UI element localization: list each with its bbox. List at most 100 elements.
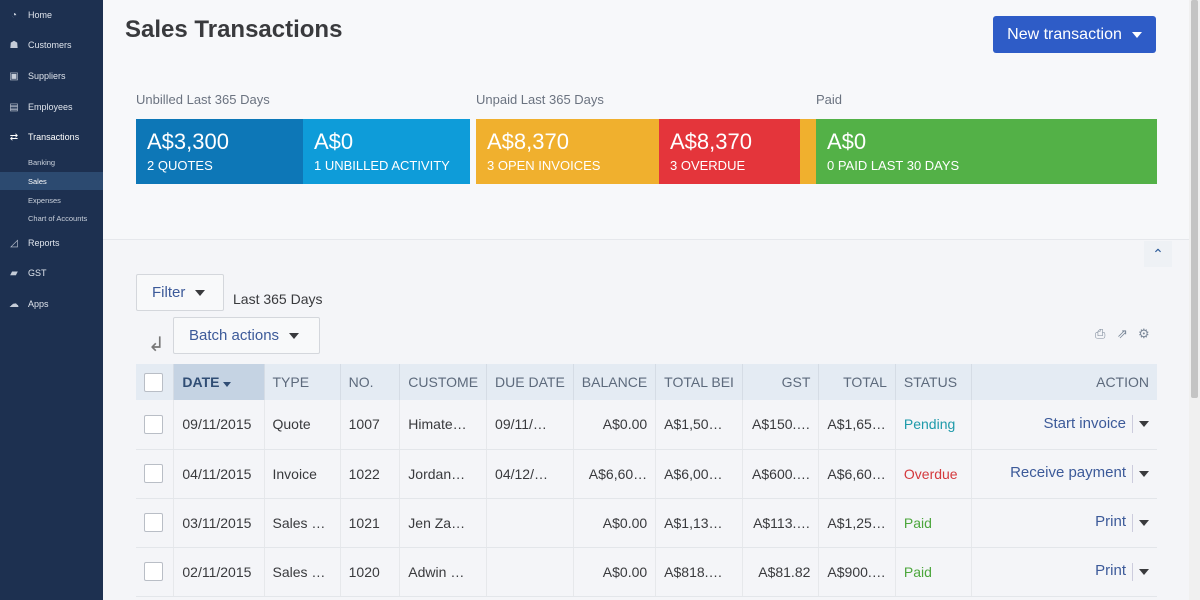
- row-action-link[interactable]: Receive payment: [1010, 464, 1126, 481]
- sidebar-item-reports[interactable]: ◿ Reports: [0, 232, 103, 254]
- action-menu-chevron-icon[interactable]: [1139, 568, 1149, 575]
- cell-customer: Himate…: [399, 400, 488, 450]
- column-header-total-before-gst[interactable]: TOTAL BEI: [655, 364, 743, 400]
- cell-balance: A$0.00: [573, 498, 657, 548]
- column-header-due-date[interactable]: DUE DATE: [486, 364, 574, 400]
- cell-no: 1007: [340, 400, 401, 450]
- sidebar-item-customers[interactable]: ☗ Customers: [0, 34, 103, 56]
- table-row[interactable]: 09/11/2015 Quote 1007 Himate… 09/11/… A$0.00 A…: [136, 400, 1157, 450]
- sidebar-item-transactions[interactable]: ⇄ Transactions: [0, 126, 103, 148]
- sidebar-subitem-sales[interactable]: Sales: [0, 172, 103, 190]
- chevron-down-icon: [1131, 31, 1142, 38]
- cell-status: Pending: [895, 400, 972, 450]
- row-select-cell: [136, 400, 175, 450]
- cell-type: Quote: [264, 400, 341, 450]
- new-transaction-button[interactable]: New transaction: [993, 16, 1156, 53]
- dashboard-icon: ◔: [10, 9, 18, 21]
- batch-arrow-icon: ↲: [148, 334, 165, 356]
- cell-gst: A$113.…: [742, 498, 820, 548]
- column-header-action: ACTION: [971, 364, 1157, 400]
- action-menu-chevron-icon[interactable]: [1139, 519, 1149, 526]
- group-label-paid: Paid: [816, 92, 843, 107]
- export-icon[interactable]: ⇗: [1117, 326, 1128, 342]
- column-header-total[interactable]: TOTAL: [818, 364, 896, 400]
- sidebar: ◔ Home ☗ Customers ▣ Suppliers ▤ Employees ⇄…: [0, 0, 103, 600]
- filter-button[interactable]: Filter: [136, 274, 224, 311]
- cell-total-before-gst: A$1,50…: [655, 400, 743, 450]
- row-checkbox[interactable]: [144, 513, 163, 532]
- action-separator: [1132, 464, 1133, 483]
- cell-total: A$6,60…: [818, 449, 896, 499]
- cell-due-date: [486, 547, 574, 597]
- cell-total: A$900.…: [818, 547, 896, 597]
- column-header-type[interactable]: TYPE: [264, 364, 341, 400]
- cell-gst: A$81.82: [742, 547, 820, 597]
- row-select-cell: [136, 498, 175, 548]
- cell-status: Paid: [895, 547, 972, 597]
- table-row[interactable]: 02/11/2015 Sales … 1020 Adwin … A$0.00 A$818.…: [136, 547, 1157, 597]
- cell-action: Receive payment: [971, 449, 1157, 499]
- cell-due-date: 04/12/…: [486, 449, 574, 499]
- sidebar-item-apps[interactable]: ☁ Apps: [0, 293, 103, 315]
- column-header-status[interactable]: STATUS: [895, 364, 972, 400]
- sidebar-item-suppliers[interactable]: ▣ Suppliers: [0, 65, 103, 87]
- card-overdue[interactable]: A$8,370 3 OVERDUE: [659, 119, 800, 184]
- row-action-link[interactable]: Print: [1095, 513, 1126, 530]
- action-menu-chevron-icon[interactable]: [1139, 421, 1149, 428]
- row-action-link[interactable]: Start invoice: [1043, 415, 1126, 432]
- action-separator: [1132, 513, 1133, 532]
- cell-customer: Jordan…: [399, 449, 488, 499]
- reports-icon: ◿: [10, 237, 18, 249]
- cell-action: Print: [971, 498, 1157, 548]
- cell-due-date: 09/11/…: [486, 400, 574, 450]
- cell-type: Sales …: [264, 498, 341, 548]
- sidebar-subitem-banking[interactable]: Banking: [0, 153, 103, 171]
- cell-date: 04/11/2015: [173, 449, 265, 499]
- cell-action: Start invoice: [971, 400, 1157, 450]
- batch-actions-button[interactable]: Batch actions: [173, 317, 320, 354]
- print-icon[interactable]: ⎙: [1095, 326, 1105, 342]
- row-checkbox[interactable]: [144, 464, 163, 483]
- transactions-table: DATE TYPE NO. CUSTOME DUE DATE BALANCE T…: [136, 364, 1157, 597]
- cell-total: A$1,25…: [818, 498, 896, 548]
- filter-period-label: Last 365 Days: [233, 291, 323, 307]
- main-content: Sales Transactions New transaction Unbil…: [103, 0, 1189, 600]
- sidebar-item-home[interactable]: ◔ Home: [0, 4, 103, 26]
- row-select-cell: [136, 547, 175, 597]
- select-all-checkbox[interactable]: [144, 372, 163, 392]
- cell-action: Print: [971, 547, 1157, 597]
- column-header-gst[interactable]: GST: [742, 364, 820, 400]
- action-menu-chevron-icon[interactable]: [1139, 470, 1149, 477]
- table-row[interactable]: 03/11/2015 Sales … 1021 Jen Za… A$0.00 A$1,13…: [136, 498, 1157, 548]
- cell-total-before-gst: A$1,13…: [655, 498, 743, 548]
- sidebar-item-employees[interactable]: ▤ Employees: [0, 96, 103, 118]
- gear-icon[interactable]: ⚙: [1138, 326, 1150, 342]
- sidebar-subitem-expenses[interactable]: Expenses: [0, 191, 103, 209]
- column-header-no[interactable]: NO.: [340, 364, 401, 400]
- page-title: Sales Transactions: [125, 16, 343, 43]
- table-row[interactable]: 04/11/2015 Invoice 1022 Jordan… 04/12/… A$6,6…: [136, 449, 1157, 499]
- cell-gst: A$600.…: [742, 449, 820, 499]
- row-checkbox[interactable]: [144, 562, 163, 581]
- scrollbar-thumb[interactable]: [1191, 0, 1198, 398]
- card-paid[interactable]: A$0 0 PAID LAST 30 DAYS: [816, 119, 1157, 184]
- cell-balance: A$0.00: [573, 400, 657, 450]
- card-quotes[interactable]: A$3,300 2 QUOTES: [136, 119, 303, 184]
- row-checkbox[interactable]: [144, 414, 163, 434]
- cell-status: Overdue: [895, 449, 972, 499]
- sidebar-subitem-chart-of-accounts[interactable]: Chart of Accounts: [0, 209, 103, 227]
- cell-due-date: [486, 498, 574, 548]
- cell-total-before-gst: A$818.…: [655, 547, 743, 597]
- column-header-date[interactable]: DATE: [173, 364, 265, 400]
- collapse-summary-button[interactable]: ⌃: [1144, 241, 1172, 267]
- row-action-link[interactable]: Print: [1095, 562, 1126, 579]
- cell-gst: A$150.…: [742, 400, 820, 450]
- select-all-cell: [136, 364, 175, 400]
- card-unbilled-activity[interactable]: A$0 1 UNBILLED ACTIVITY: [303, 119, 470, 184]
- column-header-customer[interactable]: CUSTOME: [399, 364, 488, 400]
- customers-icon: ☗: [9, 39, 19, 51]
- cell-type: Invoice: [264, 449, 341, 499]
- column-header-balance[interactable]: BALANCE: [573, 364, 657, 400]
- vertical-scrollbar[interactable]: [1189, 0, 1200, 600]
- sidebar-item-gst[interactable]: ▰ GST: [0, 262, 103, 284]
